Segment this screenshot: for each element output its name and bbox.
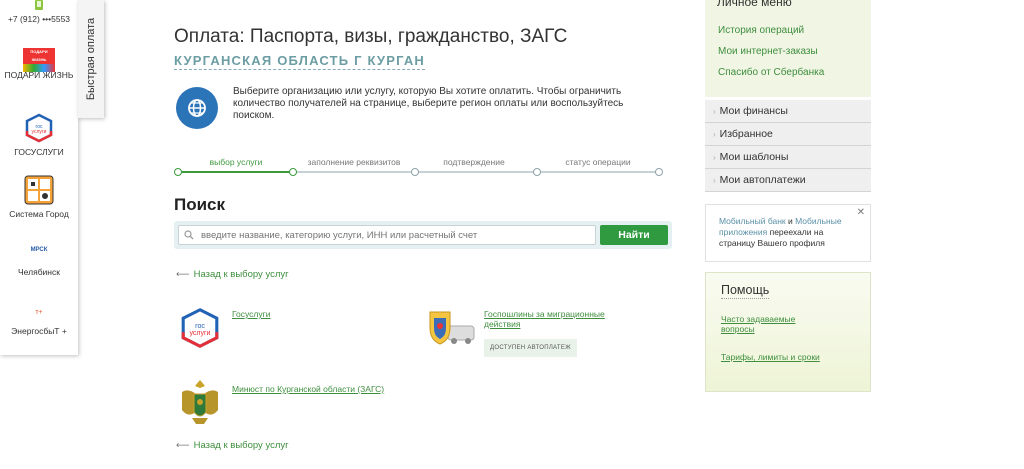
- quick-item-energosbyt[interactable]: т+ ЭнергосбыТ +: [0, 308, 78, 336]
- arrow-left-icon: ⟵: [176, 440, 190, 451]
- svg-text:услуги: услуги: [32, 129, 47, 135]
- back-link-label: Назад к выбору услуг: [193, 269, 289, 280]
- help-panel: Помощь Часто задаваемые вопросы Тарифы, …: [705, 272, 871, 392]
- migration-emblem-icon[interactable]: [428, 308, 476, 348]
- progress-fill: [178, 171, 293, 173]
- close-icon[interactable]: ✕: [857, 207, 865, 218]
- sistema-gorod-icon: [24, 175, 54, 205]
- info-text: Выберите организацию или услугу, которую…: [233, 86, 624, 121]
- chevron-right-icon: ›: [713, 107, 716, 116]
- search-button[interactable]: Найти: [600, 225, 668, 245]
- personal-menu-title: Личное меню: [717, 0, 792, 9]
- step-label-1: выбор услуги: [209, 157, 263, 167]
- sidebar-menu: › Мои финансы › Избранное › Мои шаблоны › Мо…: [705, 100, 871, 192]
- quick-item-chelyabinsk[interactable]: МРСК Челябинск: [0, 245, 78, 277]
- step-dot-2: [289, 168, 297, 176]
- svg-text:услуги: услуги: [190, 330, 211, 337]
- link-faq[interactable]: Часто задаваемые вопросы: [721, 314, 831, 334]
- quick-item-label: ПОДАРИ ЖИЗНЬ: [4, 70, 74, 80]
- quick-item-sistema-gorod[interactable]: Система Город: [0, 175, 78, 219]
- quick-payment-tab[interactable]: Быстрая оплата: [78, 0, 104, 118]
- service-link-gosuslugi[interactable]: Госуслуги: [232, 309, 270, 319]
- search-input[interactable]: [178, 225, 596, 245]
- globe-icon: [176, 87, 218, 129]
- link-operation-history[interactable]: История операций: [718, 25, 804, 36]
- link-tariffs[interactable]: Тарифы, лимиты и сроки: [721, 352, 831, 362]
- minjust-emblem-icon[interactable]: [178, 378, 222, 426]
- quick-payment-tab-label: Быстрая оплата: [85, 17, 97, 101]
- energosbyt-logo-icon: т+: [35, 309, 43, 316]
- back-link-label: Назад к выбору услуг: [193, 440, 289, 451]
- link-internet-orders[interactable]: Мои интернет-заказы: [718, 46, 818, 57]
- quick-item-label: Челябинск: [18, 267, 60, 277]
- progress-steps: выбор услуги заполнение реквизитов подтв…: [174, 152, 663, 178]
- region-selector[interactable]: КУРГАНСКАЯ ОБЛАСТЬ Г КУРГАН: [174, 53, 426, 70]
- personal-menu: Личное меню История операций Мои интерне…: [705, 0, 871, 97]
- sidebar-item-templates[interactable]: › Мои шаблоны: [705, 146, 871, 169]
- quick-item-gosuslugi[interactable]: гос услуги ГОСУСЛУГИ: [0, 113, 78, 157]
- arrow-left-icon: ⟵: [176, 269, 190, 280]
- svg-text:гос: гос: [195, 323, 205, 330]
- link-mobile-bank[interactable]: Мобильный банк: [719, 216, 786, 226]
- quick-item-phone[interactable]: +7 (912) •••5553: [0, 0, 78, 24]
- chevron-right-icon: ›: [713, 176, 716, 185]
- phone-icon: [35, 0, 43, 10]
- step-dot-1: [174, 168, 182, 176]
- podari-zhizn-logo: ПОДАРИ ЖИЗНЬ: [23, 48, 55, 72]
- search-box: Найти: [174, 221, 672, 249]
- service-link-minjust-zags[interactable]: Минюст по Курганской области (ЗАГС): [232, 384, 384, 394]
- step-dot-3: [411, 168, 419, 176]
- quick-item-label: +7 (912) •••5553: [7, 14, 71, 24]
- step-dot-5: [655, 168, 663, 176]
- quick-item-podari-zhizn[interactable]: ПОДАРИ ЖИЗНЬ ПОДАРИ ЖИЗНЬ: [0, 48, 78, 80]
- search-icon: [184, 230, 194, 240]
- quick-payment-panel: +7 (912) •••5553 ПОДАРИ ЖИЗНЬ ПОДАРИ ЖИЗ…: [0, 0, 78, 355]
- search-heading: Поиск: [174, 195, 226, 214]
- mrsk-logo-icon: МРСК: [30, 247, 48, 253]
- step-label-3: подтверждение: [443, 157, 505, 167]
- back-link-top[interactable]: ⟵ Назад к выбору услуг: [176, 269, 289, 280]
- gosuslugi-icon[interactable]: гос услуги: [179, 307, 221, 349]
- sidebar-item-favorites[interactable]: › Избранное: [705, 123, 871, 146]
- step-label-4: статус операции: [565, 157, 631, 167]
- chevron-right-icon: ›: [713, 153, 716, 162]
- service-link-migration-fees[interactable]: Госпошлины за миграционные действия: [484, 309, 624, 329]
- page-title: Оплата: Паспорта, визы, гражданство, ЗАГ…: [174, 26, 568, 47]
- chevron-right-icon: ›: [713, 130, 716, 139]
- mobile-bank-promo: ✕ Мобильный банк и Мобильные приложения …: [705, 204, 871, 262]
- quick-item-label: ГОСУСЛУГИ: [14, 147, 64, 157]
- sidebar-item-finances[interactable]: › Мои финансы: [705, 100, 871, 123]
- step-dot-4: [533, 168, 541, 176]
- back-link-bottom[interactable]: ⟵ Назад к выбору услуг: [176, 440, 289, 451]
- help-title: Помощь: [721, 283, 770, 299]
- quick-item-label: Система Город: [9, 209, 69, 219]
- sidebar-item-autopayments[interactable]: › Мои автоплатежи: [705, 169, 871, 192]
- link-spasibo[interactable]: Спасибо от Сбербанка: [718, 67, 824, 78]
- gosuslugi-icon: гос услуги: [25, 113, 53, 143]
- autopayment-badge: ДОСТУПЕН АВТОПЛАТЕЖ: [484, 339, 577, 357]
- quick-item-label: ЭнергосбыТ +: [11, 326, 67, 336]
- step-label-2: заполнение реквизитов: [307, 157, 401, 167]
